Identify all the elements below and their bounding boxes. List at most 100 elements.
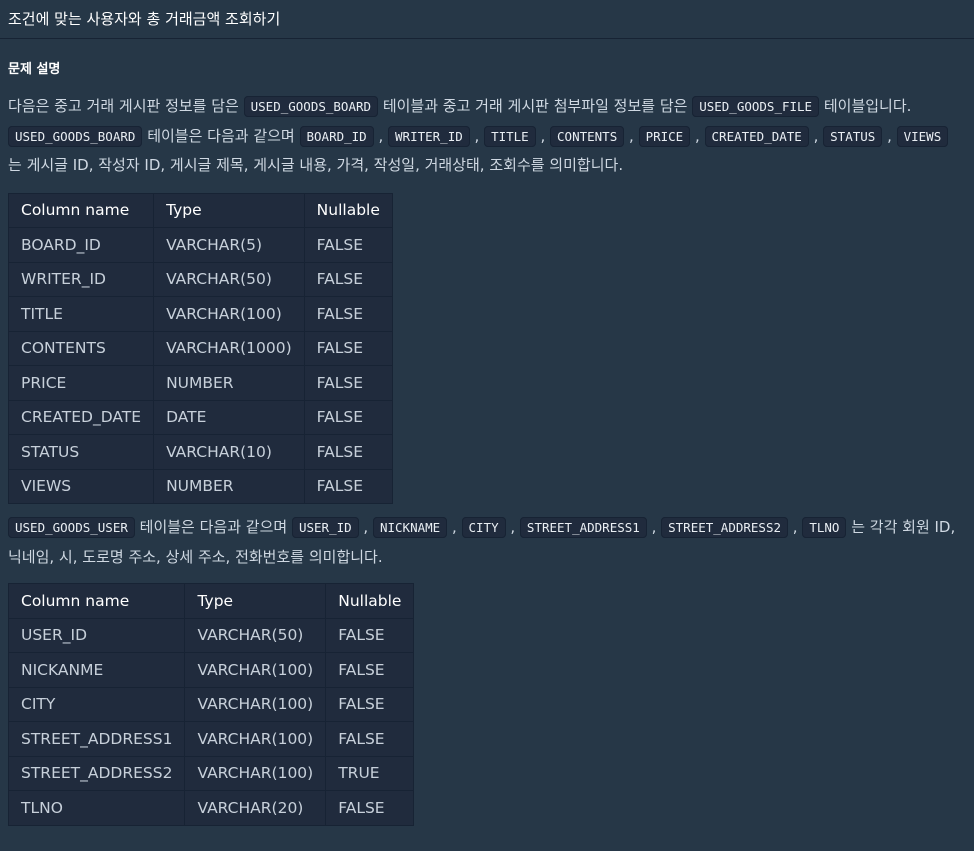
table-cell: VARCHAR(100) [184,686,327,722]
table-row: STATUS VARCHAR(10) FALSE [7,434,393,470]
table-cell: PRICE [7,365,155,401]
table-cell: FALSE [303,468,393,504]
table-header-row: Column name Type Nullable [7,192,393,228]
code-street-address2: STREET_ADDRESS2 [661,517,789,538]
table-row: VIEWS NUMBER FALSE [7,468,393,504]
column-header: Type [153,192,305,228]
table-row: TITLE VARCHAR(100) FALSE [7,296,393,332]
table-cell: TRUE [325,755,415,791]
table-cell: FALSE [303,434,393,470]
used-goods-board-table: Column name Type Nullable BOARD_ID VARCHA… [7,192,393,504]
text: , [624,126,639,145]
code-user-id: USER_ID [291,517,359,538]
text: 테이블과 중고 거래 게시판 첨부파일 정보를 담은 [378,97,693,115]
table-cell: FALSE [325,790,415,826]
code-nickname: NICKNAME [372,517,448,538]
column-header: Nullable [303,192,393,228]
table-cell: CREATED_DATE [7,399,155,435]
code-used-goods-board: USED_GOODS_BOARD [8,125,143,147]
code-status: STATUS [823,125,883,147]
table-cell: FALSE [303,261,393,297]
table-cell: STREET_ADDRESS1 [7,721,186,757]
table-cell: VARCHAR(100) [184,652,327,688]
table-row: WRITER_ID VARCHAR(50) FALSE [7,261,393,297]
column-header: Type [184,583,327,619]
problem-content: 문제 설명 다음은 중고 거래 게시판 정보를 담은 USED_GOODS_BO… [0,60,974,826]
table-row: CREATED_DATE DATE FALSE [7,399,393,435]
table-cell: FALSE [325,721,415,757]
table-cell: TITLE [7,296,155,332]
text: , [535,126,551,145]
table-cell: CITY [7,686,186,722]
page-title: 조건에 맞는 사용자와 총 거래금액 조회하기 [8,9,281,28]
table-row: PRICE NUMBER FALSE [7,365,393,401]
text: 테이블은 다음과 같으며 [142,126,300,145]
table-cell: VIEWS [7,468,155,504]
code-price: PRICE [638,125,691,147]
header: 조건에 맞는 사용자와 총 거래금액 조회하기 [0,0,974,39]
table-row: TLNO VARCHAR(20) FALSE [7,790,415,826]
table-row: CONTENTS VARCHAR(1000) FALSE [7,330,393,366]
table-cell: VARCHAR(50) [184,617,327,653]
code-views: VIEWS [896,125,949,147]
code-writer-id: WRITER_ID [388,125,470,147]
table-cell: DATE [153,399,305,435]
code-title: TITLE [484,125,536,147]
column-header: Nullable [325,583,415,619]
table-cell: VARCHAR(50) [153,261,305,297]
table-cell: VARCHAR(10) [153,434,305,470]
code-used-goods-board: USED_GOODS_BOARD [243,96,379,117]
table-cell: VARCHAR(100) [153,296,305,332]
table-cell: FALSE [303,330,393,366]
description-paragraph-board: 다음은 중고 거래 게시판 정보를 담은 USED_GOODS_BOARD 테이… [8,92,966,180]
text: , [447,518,462,536]
table-cell: TLNO [7,790,186,826]
description-paragraph-user: USED_GOODS_USER 테이블은 다음과 같으며 USER_ID , N… [8,513,966,571]
table-cell: STREET_ADDRESS2 [7,755,186,791]
table-cell: WRITER_ID [7,261,155,297]
table-header-row: Column name Type Nullable [7,583,415,619]
table-cell: VARCHAR(20) [184,790,327,826]
table-cell: STATUS [7,434,155,470]
text: , [808,126,824,145]
code-used-goods-user: USED_GOODS_USER [8,517,135,538]
table-cell: CONTENTS [7,330,155,366]
table-cell: USER_ID [7,617,186,653]
table-row: NICKANME VARCHAR(100) FALSE [7,652,415,688]
table-cell: FALSE [325,617,415,653]
code-used-goods-file: USED_GOODS_FILE [692,96,820,117]
table-row: CITY VARCHAR(100) FALSE [7,686,415,722]
code-city: CITY [461,517,506,538]
column-header: Column name [7,583,186,619]
text: 다음은 중고 거래 게시판 정보를 담은 [8,97,244,115]
table-row: STREET_ADDRESS1 VARCHAR(100) FALSE [7,721,415,757]
table-cell: FALSE [303,296,393,332]
text: , [690,126,705,145]
table-row: STREET_ADDRESS2 VARCHAR(100) TRUE [7,755,415,791]
table-row: BOARD_ID VARCHAR(5) FALSE [7,227,393,263]
table-cell: NICKANME [7,652,186,688]
text: , [788,518,803,536]
code-board-id: BOARD_ID [299,125,374,147]
text: , [882,126,897,145]
table-cell: FALSE [303,399,393,435]
table-cell: VARCHAR(100) [184,755,327,791]
table-cell: BOARD_ID [7,227,155,263]
code-tlno: TLNO [802,517,847,538]
text: 테이블입니다. [819,97,912,115]
used-goods-user-table: Column name Type Nullable USER_ID VARCHAR… [7,583,415,826]
code-created-date: CREATED_DATE [704,125,809,147]
code-street-address1: STREET_ADDRESS1 [519,517,647,538]
text: , [373,126,389,145]
table-cell: FALSE [303,365,393,401]
table-cell: VARCHAR(1000) [153,330,305,366]
table-cell: VARCHAR(100) [184,721,327,757]
text: , [646,518,662,536]
table-cell: VARCHAR(5) [153,227,305,263]
text: 테이블은 다음과 같으며 [134,518,292,536]
column-header: Column name [7,192,155,228]
table-cell: FALSE [325,652,415,688]
text: , [505,518,520,536]
table-cell: FALSE [325,686,415,722]
table-cell: FALSE [303,227,393,263]
